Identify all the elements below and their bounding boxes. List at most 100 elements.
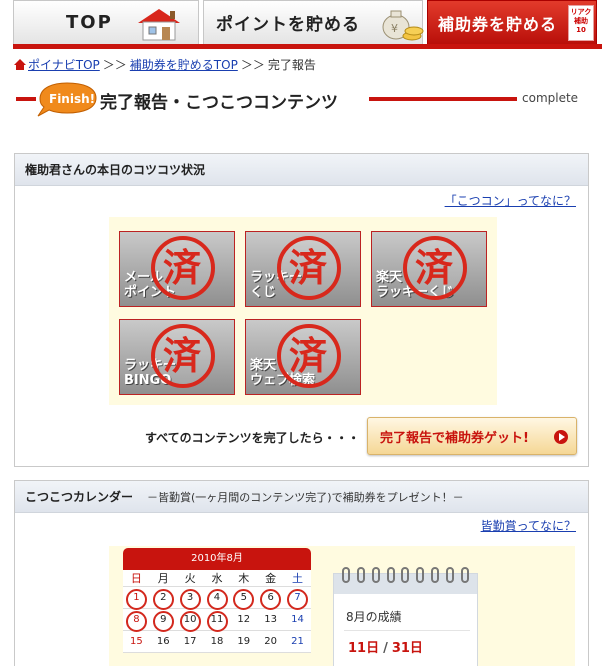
tab-point-label: ポイントを貯める (216, 15, 360, 35)
svg-text:済: 済 (163, 334, 202, 378)
kaikin-help-link[interactable]: 皆勤賞ってなに？ (481, 517, 576, 534)
done-stamp-icon: 済 (403, 236, 467, 300)
ring-icon (460, 567, 469, 583)
breadcrumb: ポイナビTOP ＞＞ 補助券を貯めるTOP ＞＞ 完了報告 (14, 56, 316, 73)
calendar-day: 19 (230, 630, 258, 653)
weekday-label: 火 (176, 570, 204, 587)
content-tile-rakuten-web-search[interactable]: 楽天 ウェブ検索 済 (245, 319, 361, 395)
weekday-label: 土 (284, 570, 311, 587)
nav-underline (13, 44, 602, 49)
calendar-day: 17 (176, 630, 204, 653)
calendar-day: 8 (123, 608, 150, 632)
svg-text:済: 済 (289, 334, 328, 378)
finish-badge-text: Finish! (49, 92, 95, 106)
calendar-day: 14 (284, 608, 311, 631)
done-stamp-icon: 済 (277, 324, 341, 388)
home-icon (14, 59, 26, 70)
calendar-day: 11 (203, 608, 231, 632)
calendar-day: 2 (149, 586, 177, 610)
status-section: 権助君さんの本日のコツコツ状況 「こつコン」ってなに？ メール ポイント 済 ラ… (14, 153, 589, 467)
calendar-section-title: こつこつカレンダー (25, 490, 134, 504)
calendar-week-row: 1 2 3 4 5 6 7 (123, 586, 311, 610)
calendar-day: 15 (123, 630, 150, 653)
calendar-day: 3 (176, 586, 204, 610)
money-bag-icon: ¥ (382, 10, 424, 41)
heading-rule (369, 97, 517, 101)
weekday-label: 月 (149, 570, 177, 587)
calendar-day: 6 (257, 586, 285, 610)
calendar-day: 9 (149, 608, 177, 632)
breadcrumb-separator: ＞＞ (240, 58, 265, 72)
done-stamp-icon: 済 (151, 324, 215, 388)
status-section-header: 権助君さんの本日のコツコツ状況 (15, 154, 588, 186)
calendar-weekday-row: 日 月 火 水 木 金 土 (123, 570, 311, 587)
score-separator: / (383, 641, 388, 656)
done-stamp-icon: 済 (277, 236, 341, 300)
ring-icon (357, 567, 366, 583)
svg-text:¥: ¥ (391, 22, 398, 35)
calendar-day: 1 (123, 586, 150, 610)
ring-icon (342, 567, 351, 583)
tab-point[interactable]: ポイントを貯める ¥ (203, 0, 424, 44)
calendar-month-title: 2010年8月 (123, 548, 311, 570)
arrow-right-icon (554, 430, 568, 444)
svg-text:済: 済 (289, 246, 328, 290)
calendar-day: 16 (149, 630, 177, 653)
memo-rings (333, 567, 478, 585)
ring-icon (386, 567, 395, 583)
calendar-day: 4 (203, 586, 231, 610)
calendar-day: 10 (176, 608, 204, 632)
content-tile-mail-point[interactable]: メール ポイント 済 (119, 231, 235, 307)
weekday-label: 水 (203, 570, 231, 587)
complete-instruction: すべてのコンテンツを完了したら・・・ (145, 431, 360, 445)
ring-icon (430, 567, 439, 583)
svg-text:済: 済 (415, 246, 454, 290)
weekday-label: 木 (230, 570, 258, 587)
status-section-title: 権助君さんの本日のコツコツ状況 (25, 163, 206, 177)
calendar-day: 7 (284, 586, 311, 610)
tab-top[interactable]: TOP (13, 0, 199, 44)
tab-top-label: TOP (66, 12, 113, 33)
breadcrumb-separator: ＞＞ (102, 58, 127, 72)
calendar-day: 18 (203, 630, 231, 653)
calendar-grid: 日 月 火 水 木 金 土 1 2 3 4 5 6 7 8 9 10 11 12… (123, 570, 311, 653)
house-icon (138, 9, 180, 41)
hojo-ticket-icon: リアク 補助 10 (568, 5, 594, 41)
global-nav: TOP ポイントを貯める ¥ 補助券を貯める リアク 補助 10 (13, 0, 602, 44)
weekday-label: 金 (257, 570, 285, 587)
page-title: 完了報告・こつこつコンテンツ (100, 93, 338, 113)
heading-rule (16, 97, 36, 101)
calendar-section: こつこつカレンダー －皆勤賞(一ヶ月間のコンテンツ完了)で補助券をプレゼント！－… (14, 480, 589, 666)
breadcrumb-current: 完了報告 (267, 58, 316, 72)
content-tile-lucky-kuji[interactable]: ラッキー くじ 済 (245, 231, 361, 307)
done-stamp-icon: 済 (151, 236, 215, 300)
calendar-section-header: こつこつカレンダー －皆勤賞(一ヶ月間のコンテンツ完了)で補助券をプレゼント！－ (15, 481, 588, 513)
content-tile-rakuten-lucky-kuji[interactable]: 楽天 ラッキーくじ 済 (371, 231, 487, 307)
kotsukon-help-link[interactable]: 「こつコン」ってなに？ (445, 192, 576, 209)
finish-badge: Finish! (34, 81, 100, 117)
memo-label: 8月の成績 (346, 610, 402, 624)
ring-icon (416, 567, 425, 583)
breadcrumb-home-link[interactable]: ポイナビTOP (28, 56, 100, 73)
calendar-week-row: 15 16 17 18 19 20 21 (123, 630, 311, 653)
calendar-day: 12 (230, 608, 258, 631)
ring-icon (371, 567, 380, 583)
page-heading: Finish! 完了報告・こつこつコンテンツ complete (14, 78, 602, 120)
monthly-result-memo: 8月の成績 11日/31日 (333, 573, 478, 666)
memo-score: 11日/31日 (344, 630, 470, 658)
page-title-en: complete (522, 91, 579, 105)
score-done-days: 11日 (348, 641, 380, 656)
calendar-section-subtitle: －皆勤賞(一ヶ月間のコンテンツ完了)で補助券をプレゼント！－ (147, 490, 464, 504)
breadcrumb-hojo-link[interactable]: 補助券を貯めるTOP (130, 56, 238, 73)
calendar-day: 21 (284, 630, 311, 653)
calendar-week-row: 8 9 10 11 12 13 14 (123, 608, 311, 632)
tab-hojo[interactable]: 補助券を貯める リアク 補助 10 (427, 0, 597, 44)
calendar: 2010年8月 日 月 火 水 木 金 土 1 2 3 4 5 6 7 8 9 … (123, 548, 311, 653)
content-tile-lucky-bingo[interactable]: ラッキー BINGO 済 (119, 319, 235, 395)
calendar-day: 20 (257, 630, 285, 653)
calendar-day: 13 (257, 608, 285, 631)
weekday-label: 日 (123, 570, 150, 587)
ring-icon (445, 567, 454, 583)
complete-report-button[interactable]: 完了報告で補助券ゲット! (367, 417, 577, 455)
tab-hojo-label: 補助券を貯める (438, 14, 558, 34)
